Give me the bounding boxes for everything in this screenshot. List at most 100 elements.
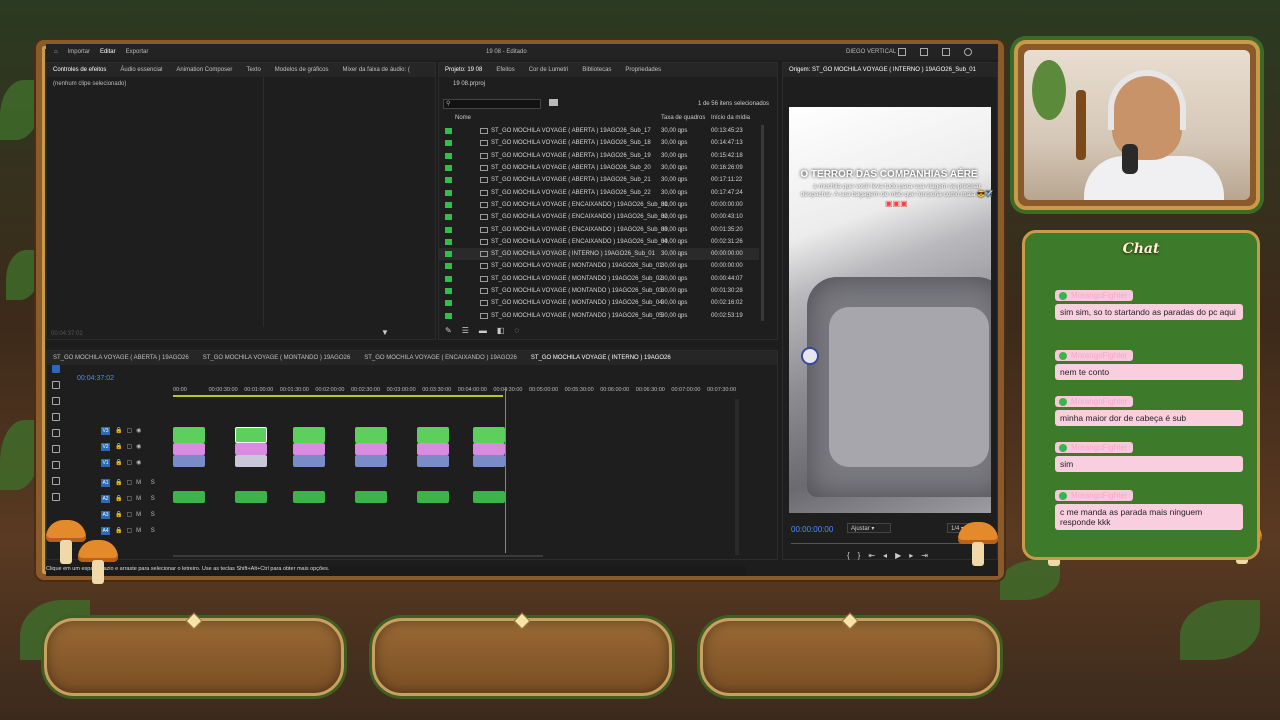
mute-solo-icons[interactable]: 🔒▢M S [115,495,159,502]
video-clip-v3[interactable] [355,427,387,443]
label-color[interactable] [445,152,452,159]
video-clip-v1[interactable] [235,455,267,467]
label-color[interactable] [445,140,452,147]
fit-dropdown[interactable]: Ajustar ▾ [847,523,891,533]
audio-track-header[interactable]: A4 🔒▢M S [77,527,171,537]
project-row[interactable]: ST_GO MOCHILA VOYAGE ( ABERTA ) 19AGO26_… [439,174,759,186]
timeline-hscroll[interactable] [173,555,543,557]
label-color[interactable] [445,288,452,294]
hand-tool-icon[interactable] [52,477,60,485]
label-color[interactable] [445,300,452,307]
track-name[interactable]: A3 [101,511,110,519]
tab-libraries[interactable]: Bibliotecas [582,67,611,73]
tab-graphic-templates[interactable]: Modelos de gráficos [275,67,329,73]
mute-solo-icons[interactable]: 🔒▢M S [115,527,159,534]
video-track-header[interactable]: V3 🔒▢◉ [77,427,171,437]
type-tool-icon[interactable] [52,493,60,501]
timeline-timecode[interactable]: 00:04:37:02 [77,375,114,382]
col-fps[interactable]: Taxa de quadros [661,115,705,121]
video-clip-v3[interactable] [173,427,205,443]
label-color[interactable] [445,275,452,282]
track-name[interactable]: A4 [101,527,110,535]
project-row[interactable]: ST_GO MOCHILA VOYAGE ( MONTANDO ) 19AGO2… [439,297,759,309]
video-clip-v3[interactable] [235,427,267,443]
video-track-header[interactable]: V1 🔒▢◉ [77,459,171,469]
audio-clip[interactable] [293,491,325,503]
monitor-timecode[interactable]: 00:00:00:00 [791,525,833,534]
search-input[interactable]: ⚲ [443,99,541,109]
tab-project[interactable]: Projeto: 19 08 [445,67,482,73]
chat-username[interactable]: MorangoFighter [1055,290,1134,301]
slip-tool-icon[interactable] [52,429,60,437]
user-name[interactable]: DIEGO VERTICAL [846,49,896,55]
track-name[interactable]: V1 [101,459,110,467]
tab-sequence-encaixando[interactable]: ST_GO MOCHILA VOYAGE ( ENCAIXANDO ) 19AG… [364,355,517,361]
work-area-bar[interactable] [173,395,503,397]
video-frame[interactable]: ▣▣▣ [789,107,991,513]
chat-username[interactable]: MorangoFighter [1055,396,1134,407]
label-color[interactable] [445,189,452,196]
ripple-edit-icon[interactable] [52,397,60,405]
label-color[interactable] [445,177,452,184]
project-row[interactable]: ST_GO MOCHILA VOYAGE ( ENCAIXANDO ) 19AG… [439,223,759,235]
audio-clip[interactable] [235,491,267,503]
project-row[interactable]: ST_GO MOCHILA VOYAGE ( MONTANDO ) 19AGO2… [439,273,759,285]
video-clip-v1[interactable] [473,455,505,467]
audio-clip[interactable] [355,491,387,503]
project-scrollbar[interactable] [761,125,764,321]
filter-icon[interactable]: ▼ [381,328,389,337]
tab-sequence-aberta[interactable]: ST_GO MOCHILA VOYAGE ( ABERTA ) 19AGO26 [53,355,189,361]
monitor-title[interactable]: Origem: ST_GO MOCHILA VOYAGE ( INTERNO )… [789,67,976,73]
workspace-import[interactable]: Importar [68,49,90,55]
tab-effect-controls[interactable]: Controles de efeitos [53,67,106,73]
project-row[interactable]: ST_GO MOCHILA VOYAGE ( MONTANDO ) 19AGO2… [439,309,759,321]
video-track-header[interactable]: V2 🔒▢◉ [77,443,171,453]
project-row[interactable]: ST_GO MOCHILA VOYAGE ( ENCAIXANDO ) 19AG… [439,211,759,223]
selection-tool-icon[interactable] [52,365,60,373]
workspace-edit[interactable]: Editar [100,49,116,55]
fullscreen-icon[interactable] [942,48,950,56]
video-clip-v2[interactable] [293,443,325,455]
chat-username[interactable]: MorangoFighter [1055,442,1134,453]
share-icon[interactable] [920,48,928,56]
search-icon[interactable] [964,48,972,56]
video-clip-v2[interactable] [355,443,387,455]
label-color[interactable] [445,312,452,319]
video-clip-v1[interactable] [293,455,325,467]
track-name[interactable]: A1 [101,479,110,487]
tab-sequence-montando[interactable]: ST_GO MOCHILA VOYAGE ( MONTANDO ) 19AGO2… [203,355,350,361]
transport-controls[interactable]: {}⇤◂▶▸⇥ [847,551,936,560]
audio-clip[interactable] [417,491,449,503]
project-row[interactable]: ST_GO MOCHILA VOYAGE ( INTERNO ) 19AGO26… [439,247,759,261]
workspace-icon[interactable] [898,48,906,56]
project-row[interactable]: ST_GO MOCHILA VOYAGE ( ABERTA ) 19AGO26_… [439,150,759,162]
project-row[interactable]: ST_GO MOCHILA VOYAGE ( ENCAIXANDO ) 19AG… [439,199,759,211]
project-row[interactable]: ST_GO MOCHILA VOYAGE ( ABERTA ) 19AGO26_… [439,125,759,137]
track-name[interactable]: A2 [101,495,110,503]
tab-animation-composer[interactable]: Animation Composer [176,67,232,73]
audio-track-header[interactable]: A2 🔒▢M S [77,495,171,505]
chat-username[interactable]: MorangoFighter [1055,350,1134,361]
tab-properties[interactable]: Propriedades [625,67,661,73]
lock-eye-icons[interactable]: 🔒▢◉ [115,459,145,466]
chat-username[interactable]: MorangoFighter [1055,490,1134,501]
col-name[interactable]: Nome [455,115,471,121]
lock-eye-icons[interactable]: 🔒▢◉ [115,427,145,434]
video-clip-v2[interactable] [417,443,449,455]
time-ruler[interactable]: 00:00 00:00:30:00 00:01:00:00 00:01:30:00 00… [173,385,743,395]
label-color[interactable] [445,263,452,270]
video-clip-v1[interactable] [417,455,449,467]
project-row[interactable]: ST_GO MOCHILA VOYAGE ( ABERTA ) 19AGO26_… [439,186,759,198]
label-color[interactable] [445,165,452,172]
tab-lumetri[interactable]: Cor de Lumetri [529,67,569,73]
video-clip-v3[interactable] [417,427,449,443]
audio-clip[interactable] [173,491,205,503]
video-clip-v1[interactable] [173,455,205,467]
track-name[interactable]: V3 [101,427,110,435]
timeline-scrollbar[interactable] [735,399,739,555]
mute-solo-icons[interactable]: 🔒▢M S [115,479,159,486]
video-clip-v2[interactable] [473,443,505,455]
tab-text[interactable]: Texto [246,67,260,73]
video-clip-v3[interactable] [473,427,505,443]
audio-track-header[interactable]: A1 🔒▢M S [77,479,171,489]
